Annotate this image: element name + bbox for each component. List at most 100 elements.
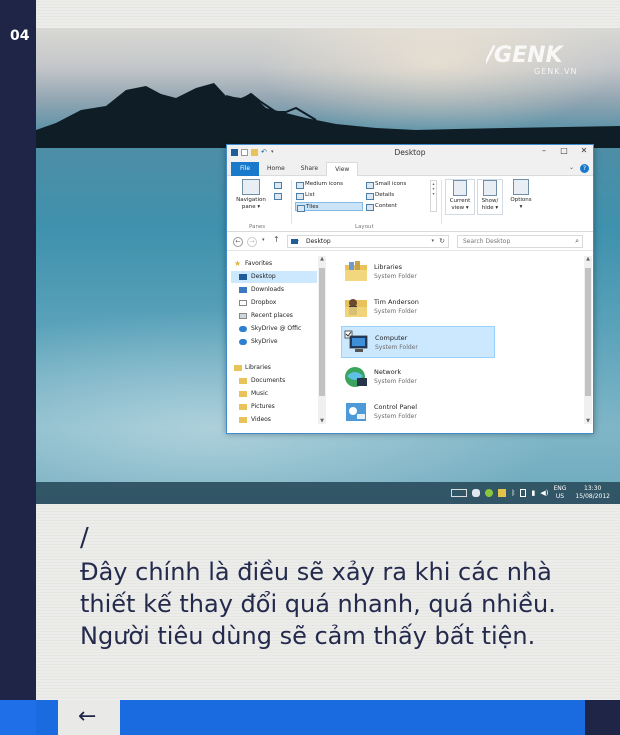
tile-tim-anderson[interactable]: Tim Anderson System Folder — [341, 291, 495, 323]
options-button[interactable]: Options ▾ — [507, 179, 535, 211]
search-icon[interactable]: ⌕ — [575, 236, 579, 247]
videos-icon — [239, 417, 247, 423]
close-button[interactable]: ✕ — [579, 146, 589, 155]
scroll-up-icon[interactable]: ▲ — [318, 256, 326, 262]
address-dropdown-icon[interactable]: ▾ — [431, 236, 434, 247]
show-hide-label: Show/ hide — [481, 198, 499, 211]
tile-name: Computer — [375, 334, 408, 342]
file-list-scrollbar[interactable]: ▲ ▼ — [584, 256, 592, 424]
ribbon-help-controls: ⌄ ? — [569, 164, 589, 173]
expand-ribbon-icon[interactable]: ⌄ — [569, 164, 574, 173]
navigation-pane: ★ Favorites Desktop Downloads Dropbox Re… — [227, 252, 328, 433]
layout-list[interactable]: List — [295, 191, 361, 200]
dropbox-icon — [239, 300, 247, 306]
nav-item-pictures[interactable]: Pictures — [231, 401, 317, 413]
nav-label: Documents — [251, 377, 286, 384]
forward-button[interactable]: → — [247, 237, 257, 247]
back-arrow-button[interactable]: ← — [78, 706, 96, 728]
tile-network[interactable]: Network System Folder — [341, 361, 495, 393]
touch-keyboard-icon[interactable] — [451, 489, 468, 497]
address-bar-row: ← → ▾ ↑ › Desktop ▾ ↻ Search Desktop ⌕ — [227, 232, 593, 251]
tile-control-panel[interactable]: Control Panel System Folder — [341, 396, 495, 428]
bottom-right-block — [585, 700, 620, 735]
preview-pane-button[interactable] — [273, 180, 287, 189]
layout-small-icons[interactable]: Small icons — [365, 180, 427, 189]
skydrive-icon — [239, 339, 247, 345]
bluetooth-icon[interactable]: ᛒ — [511, 489, 515, 497]
nav-item-music[interactable]: Music — [231, 388, 317, 400]
scroll-down-icon[interactable]: ▼ — [318, 418, 326, 424]
skydrive-icon — [239, 326, 247, 332]
nav-label: Music — [251, 390, 269, 397]
nav-label: Libraries — [245, 364, 271, 371]
address-text: Desktop — [306, 238, 331, 245]
nav-label: Downloads — [251, 286, 284, 293]
nav-item-libraries[interactable]: Libraries — [231, 362, 317, 374]
nav-pane-scrollbar[interactable]: ▲ ▼ — [318, 256, 326, 424]
nav-item-desktop[interactable]: Desktop — [231, 271, 317, 283]
volume-icon[interactable]: ◀) — [540, 489, 548, 497]
tab-view[interactable]: View — [326, 162, 359, 177]
nav-item-skydrive-office[interactable]: SkyDrive @ Offic — [231, 323, 317, 335]
layout-gallery-scroll[interactable]: ▴ ▾ ▾ — [430, 180, 437, 212]
svg-text:GENK.VN: GENK.VN — [534, 67, 577, 76]
layout-medium-icons[interactable]: Medium icons — [295, 180, 361, 189]
nav-item-dropbox[interactable]: Dropbox — [231, 297, 317, 309]
maximize-button[interactable]: □ — [559, 146, 569, 155]
navigation-pane-button[interactable]: Navigation pane ▾ — [233, 179, 269, 211]
nav-item-documents[interactable]: Documents — [231, 375, 317, 387]
clock[interactable]: 13:30 15/08/2012 — [575, 485, 610, 501]
minimize-button[interactable]: – — [539, 146, 549, 155]
tile-type: System Folder — [374, 378, 417, 385]
up-button[interactable]: ↑ — [273, 235, 280, 244]
notification-tray-icon[interactable] — [498, 489, 507, 497]
network-icon — [345, 367, 367, 387]
tile-type: System Folder — [375, 344, 418, 351]
clock-time: 13:30 — [584, 485, 602, 492]
refresh-icon[interactable]: ↻ — [439, 236, 445, 247]
scroll-thumb[interactable] — [585, 268, 591, 396]
window-controls: – □ ✕ — [539, 146, 589, 155]
bottom-left-block — [0, 700, 36, 735]
scroll-thumb[interactable] — [319, 268, 325, 396]
scroll-down-icon[interactable]: ▼ — [584, 418, 592, 424]
network-tray-icon[interactable]: ▮ — [531, 489, 535, 497]
battery-icon[interactable] — [520, 489, 527, 497]
control-panel-icon — [346, 403, 366, 421]
tab-share[interactable]: Share — [293, 162, 326, 176]
tile-libraries[interactable]: Libraries System Folder — [341, 256, 495, 288]
left-sidebar-strip: 04 — [0, 0, 36, 700]
nav-item-downloads[interactable]: Downloads — [231, 284, 317, 296]
options-icon — [513, 179, 529, 195]
lang-code: ENG — [553, 485, 567, 492]
nav-label: Desktop — [251, 273, 276, 280]
details-pane-button[interactable] — [273, 191, 287, 200]
tab-home[interactable]: Home — [259, 162, 293, 176]
nav-item-skydrive[interactable]: SkyDrive — [231, 336, 317, 348]
address-box[interactable]: › Desktop ▾ ↻ — [287, 235, 449, 248]
help-icon[interactable]: ? — [580, 164, 589, 173]
input-language[interactable]: ENG US — [553, 485, 566, 501]
show-hide-button[interactable]: Show/ hide ▾ — [477, 179, 503, 215]
tile-computer[interactable]: Computer System Folder — [341, 326, 495, 358]
layout-details[interactable]: Details — [365, 191, 427, 200]
back-button[interactable]: ← — [233, 237, 243, 247]
tab-file[interactable]: File — [231, 162, 260, 176]
desktop-icon — [239, 274, 247, 280]
recent-locations-icon[interactable]: ▾ — [262, 237, 265, 243]
panes-group-caption: Panes — [249, 224, 266, 230]
music-icon — [239, 391, 247, 397]
layout-content[interactable]: Content — [365, 202, 427, 211]
file-list: Libraries System Folder Tim Anderson Sys… — [338, 252, 583, 433]
current-view-button[interactable]: Current view ▾ — [445, 179, 475, 215]
app-tray-icon[interactable] — [485, 489, 494, 497]
nav-item-favorites[interactable]: ★ Favorites — [231, 258, 317, 270]
scroll-up-icon[interactable]: ▲ — [584, 256, 592, 262]
layout-tiles[interactable]: Tiles — [295, 202, 363, 212]
nav-item-videos[interactable]: Videos — [231, 414, 317, 424]
skydrive-tray-icon[interactable] — [472, 489, 481, 497]
search-input[interactable]: Search Desktop ⌕ — [457, 235, 583, 248]
tile-type: System Folder — [374, 308, 417, 315]
title-bar: ↶ ▾ Desktop – □ ✕ — [227, 145, 593, 162]
nav-item-recent-places[interactable]: Recent places — [231, 310, 317, 322]
